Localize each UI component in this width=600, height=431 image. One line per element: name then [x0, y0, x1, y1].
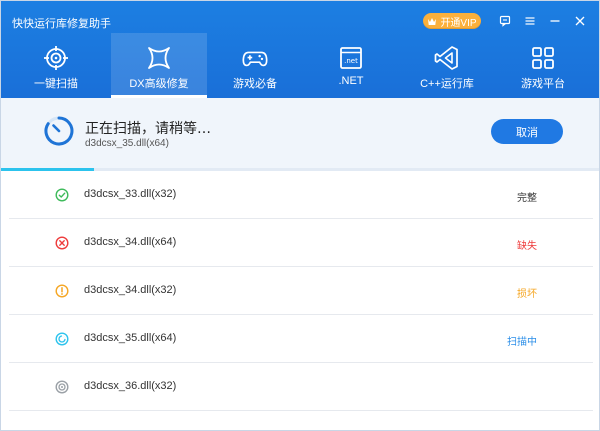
pending-circle-icon — [55, 380, 69, 394]
dll-file-list: d3dcsx_33.dll(x32) 完整 d3dcsx_34.dll(x64)… — [9, 171, 593, 411]
status-badge: 完整 — [517, 193, 537, 204]
dll-file-name: d3dcsx_34.dll(x64) — [84, 236, 177, 248]
gamepad-icon — [242, 45, 268, 71]
dotnet-window-icon: .net — [338, 45, 364, 71]
tab-cpp-runtime[interactable]: C++运行库 — [399, 33, 495, 98]
app-window: 快快运行库修复助手 开通VIP 一键扫描 DX高级修复 游戏必备 .net .N… — [0, 0, 600, 431]
dll-file-name: d3dcsx_36.dll(x32) — [84, 380, 177, 392]
tab-label: 游戏平台 — [521, 78, 565, 90]
target-scan-icon — [43, 45, 69, 71]
minimize-icon[interactable] — [548, 14, 562, 28]
tab-label: 游戏必备 — [233, 78, 277, 90]
scan-status-title: 正在扫描，请稍等… — [85, 121, 211, 137]
list-item: d3dcsx_35.dll(x64) 扫描中 — [9, 315, 593, 363]
scanning-circle-icon — [55, 332, 69, 346]
cancel-button[interactable]: 取消 — [491, 119, 563, 144]
dll-file-name: d3dcsx_35.dll(x64) — [84, 332, 177, 344]
tab-label: 一键扫描 — [34, 78, 78, 90]
crown-icon — [427, 17, 437, 26]
tab-game-platform[interactable]: 游戏平台 — [495, 33, 591, 98]
warning-circle-icon — [55, 284, 69, 298]
scanning-spinner-icon — [43, 115, 75, 147]
tab-label: DX高级修复 — [129, 78, 189, 90]
app-title: 快快运行库修复助手 — [12, 18, 111, 30]
open-vip-button[interactable]: 开通VIP — [423, 13, 481, 29]
dll-file-name: d3dcsx_33.dll(x32) — [84, 188, 177, 200]
grid-apps-icon — [530, 45, 556, 71]
check-circle-icon — [55, 188, 69, 202]
status-badge: 损坏 — [517, 289, 537, 300]
close-icon[interactable] — [573, 14, 587, 28]
tab-one-click-scan[interactable]: 一键扫描 — [1, 33, 111, 98]
list-item: d3dcsx_33.dll(x32) 完整 — [9, 171, 593, 219]
list-item: d3dcsx_34.dll(x32) 损坏 — [9, 267, 593, 315]
list-item: d3dcsx_36.dll(x32) — [9, 363, 593, 411]
error-circle-icon — [55, 236, 69, 250]
dx-x-icon — [146, 45, 172, 71]
status-badge: 扫描中 — [507, 337, 537, 348]
header-bar: 快快运行库修复助手 开通VIP 一键扫描 DX高级修复 游戏必备 .net .N… — [1, 1, 599, 98]
list-item: d3dcsx_34.dll(x64) 缺失 — [9, 219, 593, 267]
dll-file-name: d3dcsx_34.dll(x32) — [84, 284, 177, 296]
menu-icon[interactable] — [523, 14, 537, 28]
scan-current-file: d3dcsx_35.dll(x64) — [85, 138, 169, 149]
status-badge: 缺失 — [517, 241, 537, 252]
tab-game-essentials[interactable]: 游戏必备 — [207, 33, 303, 98]
feedback-icon[interactable] — [498, 14, 512, 28]
svg-text:.net: .net — [344, 57, 358, 65]
tab-dotnet[interactable]: .net .NET — [303, 33, 399, 98]
tab-label: .NET — [338, 75, 364, 87]
visual-studio-icon — [434, 45, 460, 71]
tab-dx-advanced-repair[interactable]: DX高级修复 — [111, 33, 207, 98]
open-vip-label: 开通VIP — [440, 17, 477, 29]
main-nav: 一键扫描 DX高级修复 游戏必备 .net .NET C++运行库 游戏平台 — [1, 33, 599, 98]
tab-label: C++运行库 — [420, 78, 474, 90]
